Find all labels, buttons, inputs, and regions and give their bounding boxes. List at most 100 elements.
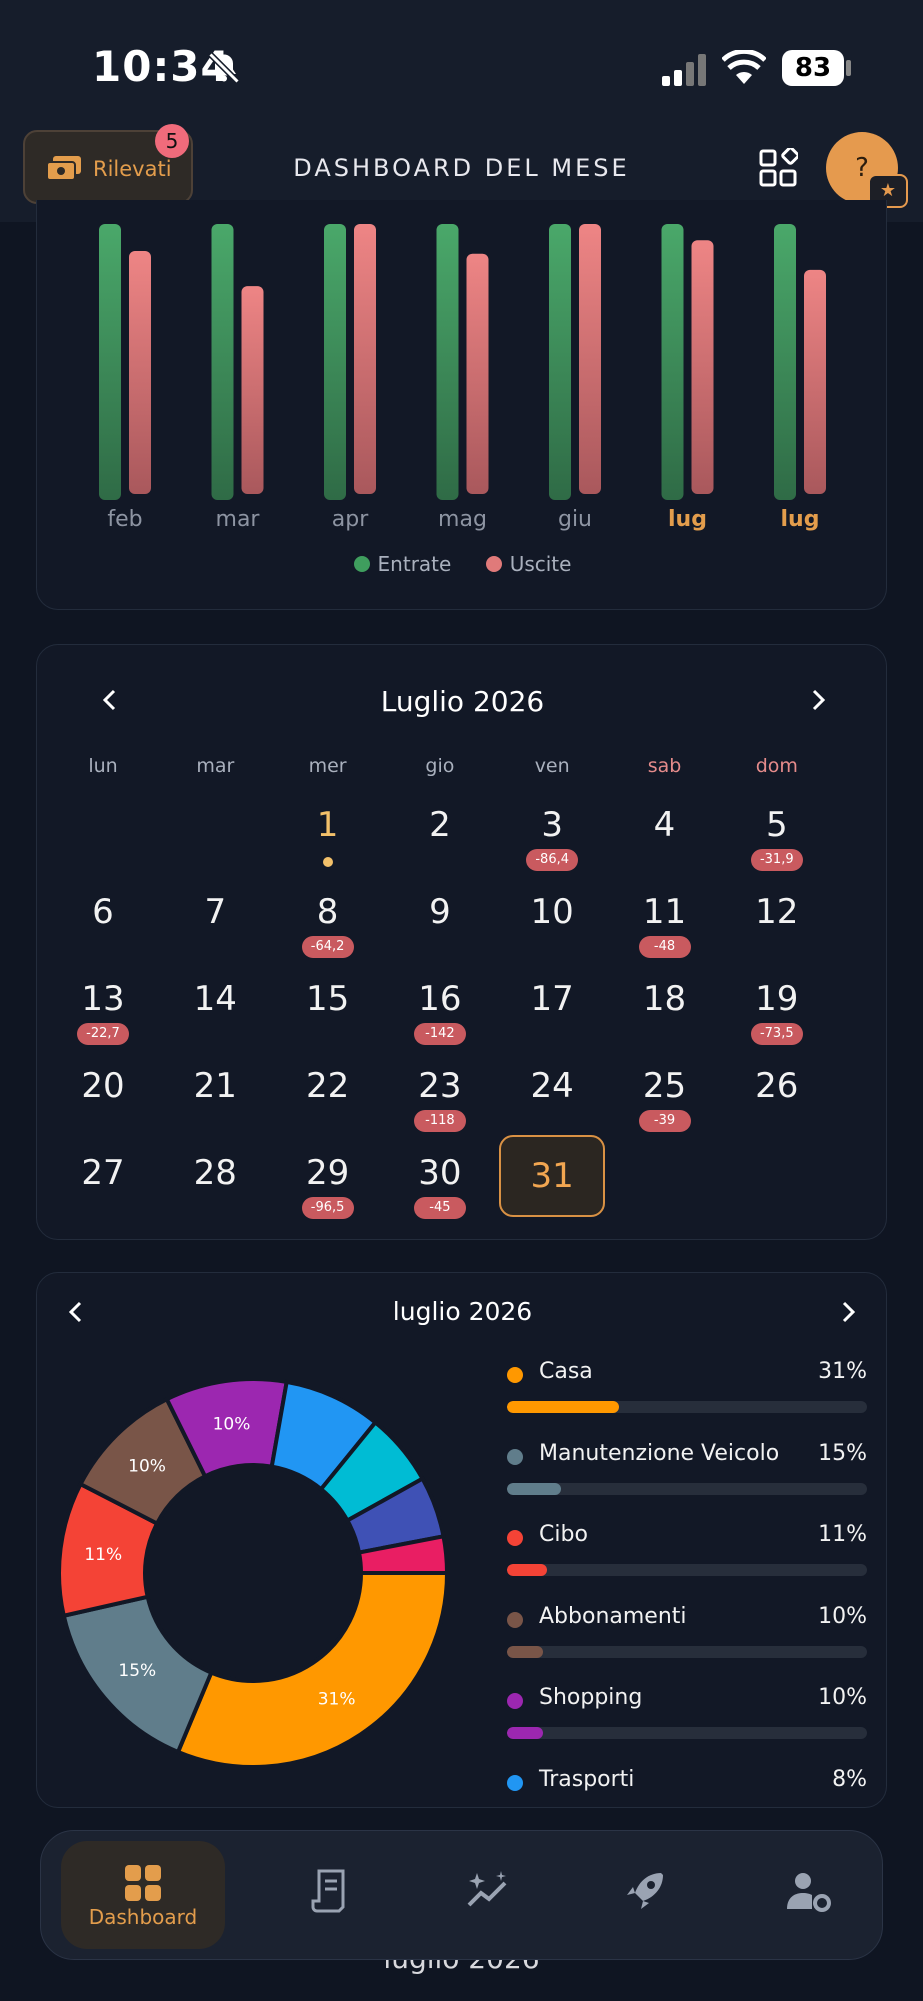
category-progress-fill — [507, 1401, 619, 1413]
calendar-day[interactable]: 19 — [721, 979, 833, 1019]
calendar-day[interactable]: 3 — [496, 805, 608, 845]
category-progress-track — [507, 1401, 867, 1413]
calendar-day[interactable]: 2 — [384, 805, 496, 845]
sparkle-chart-icon[interactable] — [465, 1867, 513, 1915]
calendar-day[interactable]: 13 — [47, 979, 159, 1019]
calendar-day[interactable]: 16 — [384, 979, 496, 1019]
bar-entrate-1 — [211, 224, 234, 500]
day-expense-badge: -45 — [413, 1197, 466, 1219]
donut-label-1: 15% — [118, 1661, 156, 1681]
x-tick-label-6: lug — [781, 507, 820, 532]
bar-uscite-0 — [129, 251, 151, 494]
day-expense-badge: -96,5 — [301, 1197, 354, 1219]
x-tick-label-3: mag — [438, 507, 487, 532]
widgets-icon[interactable] — [758, 148, 798, 188]
category-percent: 10% — [818, 1685, 867, 1710]
calendar-day[interactable]: 20 — [47, 1066, 159, 1106]
bar-entrate-3 — [436, 224, 459, 500]
status-bar: 10:34 83 — [0, 0, 923, 130]
calendar-day[interactable]: 28 — [159, 1153, 271, 1193]
calendar-day[interactable]: 18 — [609, 979, 721, 1019]
category-color-dot — [507, 1774, 523, 1791]
category-percent: 11% — [818, 1522, 867, 1547]
category-color-dot — [507, 1367, 523, 1383]
bar-entrate-2 — [324, 224, 346, 500]
category-name: Cibo — [539, 1522, 588, 1547]
category-progress-fill — [507, 1564, 547, 1576]
rilevati-count-badge: 5 — [155, 124, 189, 158]
weekday-gio: gio — [425, 755, 455, 777]
day-expense-badge: -48 — [638, 936, 691, 958]
legend-label-entrate: Entrate — [377, 552, 452, 576]
calendar-day[interactable]: 4 — [609, 805, 721, 845]
category-progress-track — [507, 1727, 867, 1739]
category-name: Casa — [539, 1359, 593, 1384]
bell-off-icon — [208, 52, 240, 84]
calendar-day[interactable]: 26 — [721, 1066, 833, 1106]
day-expense-badge: -39 — [638, 1110, 691, 1132]
legend-dot-entrate — [353, 556, 370, 572]
calendar-day[interactable]: 7 — [159, 892, 271, 932]
x-tick-label-1: mar — [216, 507, 261, 532]
calendar-day[interactable]: 22 — [272, 1066, 384, 1106]
calendar-day[interactable]: 25 — [609, 1066, 721, 1106]
calendar-day[interactable]: 29 — [272, 1153, 384, 1193]
weekday-mar: mar — [196, 755, 235, 777]
calendar-day[interactable]: 6 — [47, 892, 159, 932]
donut-label-4: 10% — [213, 1415, 251, 1435]
category-color-dot — [507, 1530, 523, 1546]
rocket-icon[interactable] — [621, 1867, 669, 1915]
calendar-day[interactable]: 21 — [159, 1066, 271, 1106]
donut-label-3: 10% — [128, 1456, 166, 1476]
calendar-day[interactable]: 9 — [384, 892, 496, 932]
day-expense-badge: -86,4 — [526, 849, 579, 871]
weekday-dom: dom — [755, 755, 798, 777]
category-row[interactable]: Trasporti 8% — [507, 1766, 867, 1808]
calendar-day-selected[interactable]: 31 — [499, 1135, 606, 1217]
category-color-dot — [507, 1448, 523, 1465]
category-percent: 31% — [818, 1359, 867, 1384]
calendar-day[interactable]: 10 — [496, 892, 608, 932]
bar-uscite-6 — [804, 269, 826, 494]
user-settings-icon[interactable] — [785, 1867, 833, 1915]
battery-indicator: 83 — [782, 50, 844, 86]
receipt-icon[interactable] — [309, 1867, 357, 1915]
calendar-day[interactable]: 17 — [496, 979, 608, 1019]
calendar-day[interactable]: 8 — [272, 892, 384, 932]
calendar-day[interactable]: 30 — [384, 1153, 496, 1193]
category-row[interactable]: Casa 31% — [507, 1359, 867, 1429]
category-color-dot — [507, 1611, 523, 1628]
category-progress-track — [507, 1645, 867, 1658]
day-expense-badge: -22,7 — [77, 1023, 129, 1045]
category-row[interactable]: Manutenzione Veicolo 15% — [507, 1441, 867, 1511]
category-next-month-icon[interactable] — [833, 1297, 863, 1327]
weekday-ven: ven — [534, 755, 570, 777]
calendar-day[interactable]: 12 — [721, 892, 833, 932]
bar-uscite-5 — [691, 240, 714, 494]
category-progress-track — [507, 1564, 867, 1576]
legend-label-uscite: Uscite — [509, 552, 572, 576]
calendar-day[interactable]: 15 — [272, 979, 384, 1019]
category-percent: 10% — [818, 1603, 867, 1629]
calendar-day[interactable]: 11 — [609, 892, 721, 932]
nav-dashboard[interactable]: Dashboard — [61, 1841, 225, 1949]
calendar-day[interactable]: 14 — [159, 979, 271, 1019]
category-row[interactable]: Cibo 11% — [507, 1522, 867, 1592]
calendar-next-month-icon[interactable] — [803, 685, 833, 715]
calendar-day[interactable]: 23 — [384, 1066, 496, 1106]
category-name: Abbonamenti — [539, 1603, 687, 1629]
day-expense-badge: -31,9 — [750, 849, 803, 871]
battery-tip — [846, 60, 851, 76]
calendar-day[interactable]: 5 — [721, 805, 833, 845]
calendar-day[interactable]: 24 — [496, 1066, 608, 1106]
signal-icon — [662, 54, 706, 86]
donut-label-0: 31% — [318, 1690, 356, 1710]
category-percent: 8% — [832, 1766, 867, 1792]
calendar-day[interactable]: 1 — [272, 805, 384, 845]
category-row[interactable]: Shopping 10% — [507, 1685, 867, 1755]
day-expense-badge: -73,5 — [750, 1023, 803, 1045]
x-tick-label-5: lug — [668, 507, 707, 532]
calendar-day[interactable]: 27 — [47, 1153, 159, 1193]
category-row[interactable]: Abbonamenti 10% — [507, 1604, 867, 1674]
calendar-month-title: Luglio 2026 — [380, 685, 545, 718]
